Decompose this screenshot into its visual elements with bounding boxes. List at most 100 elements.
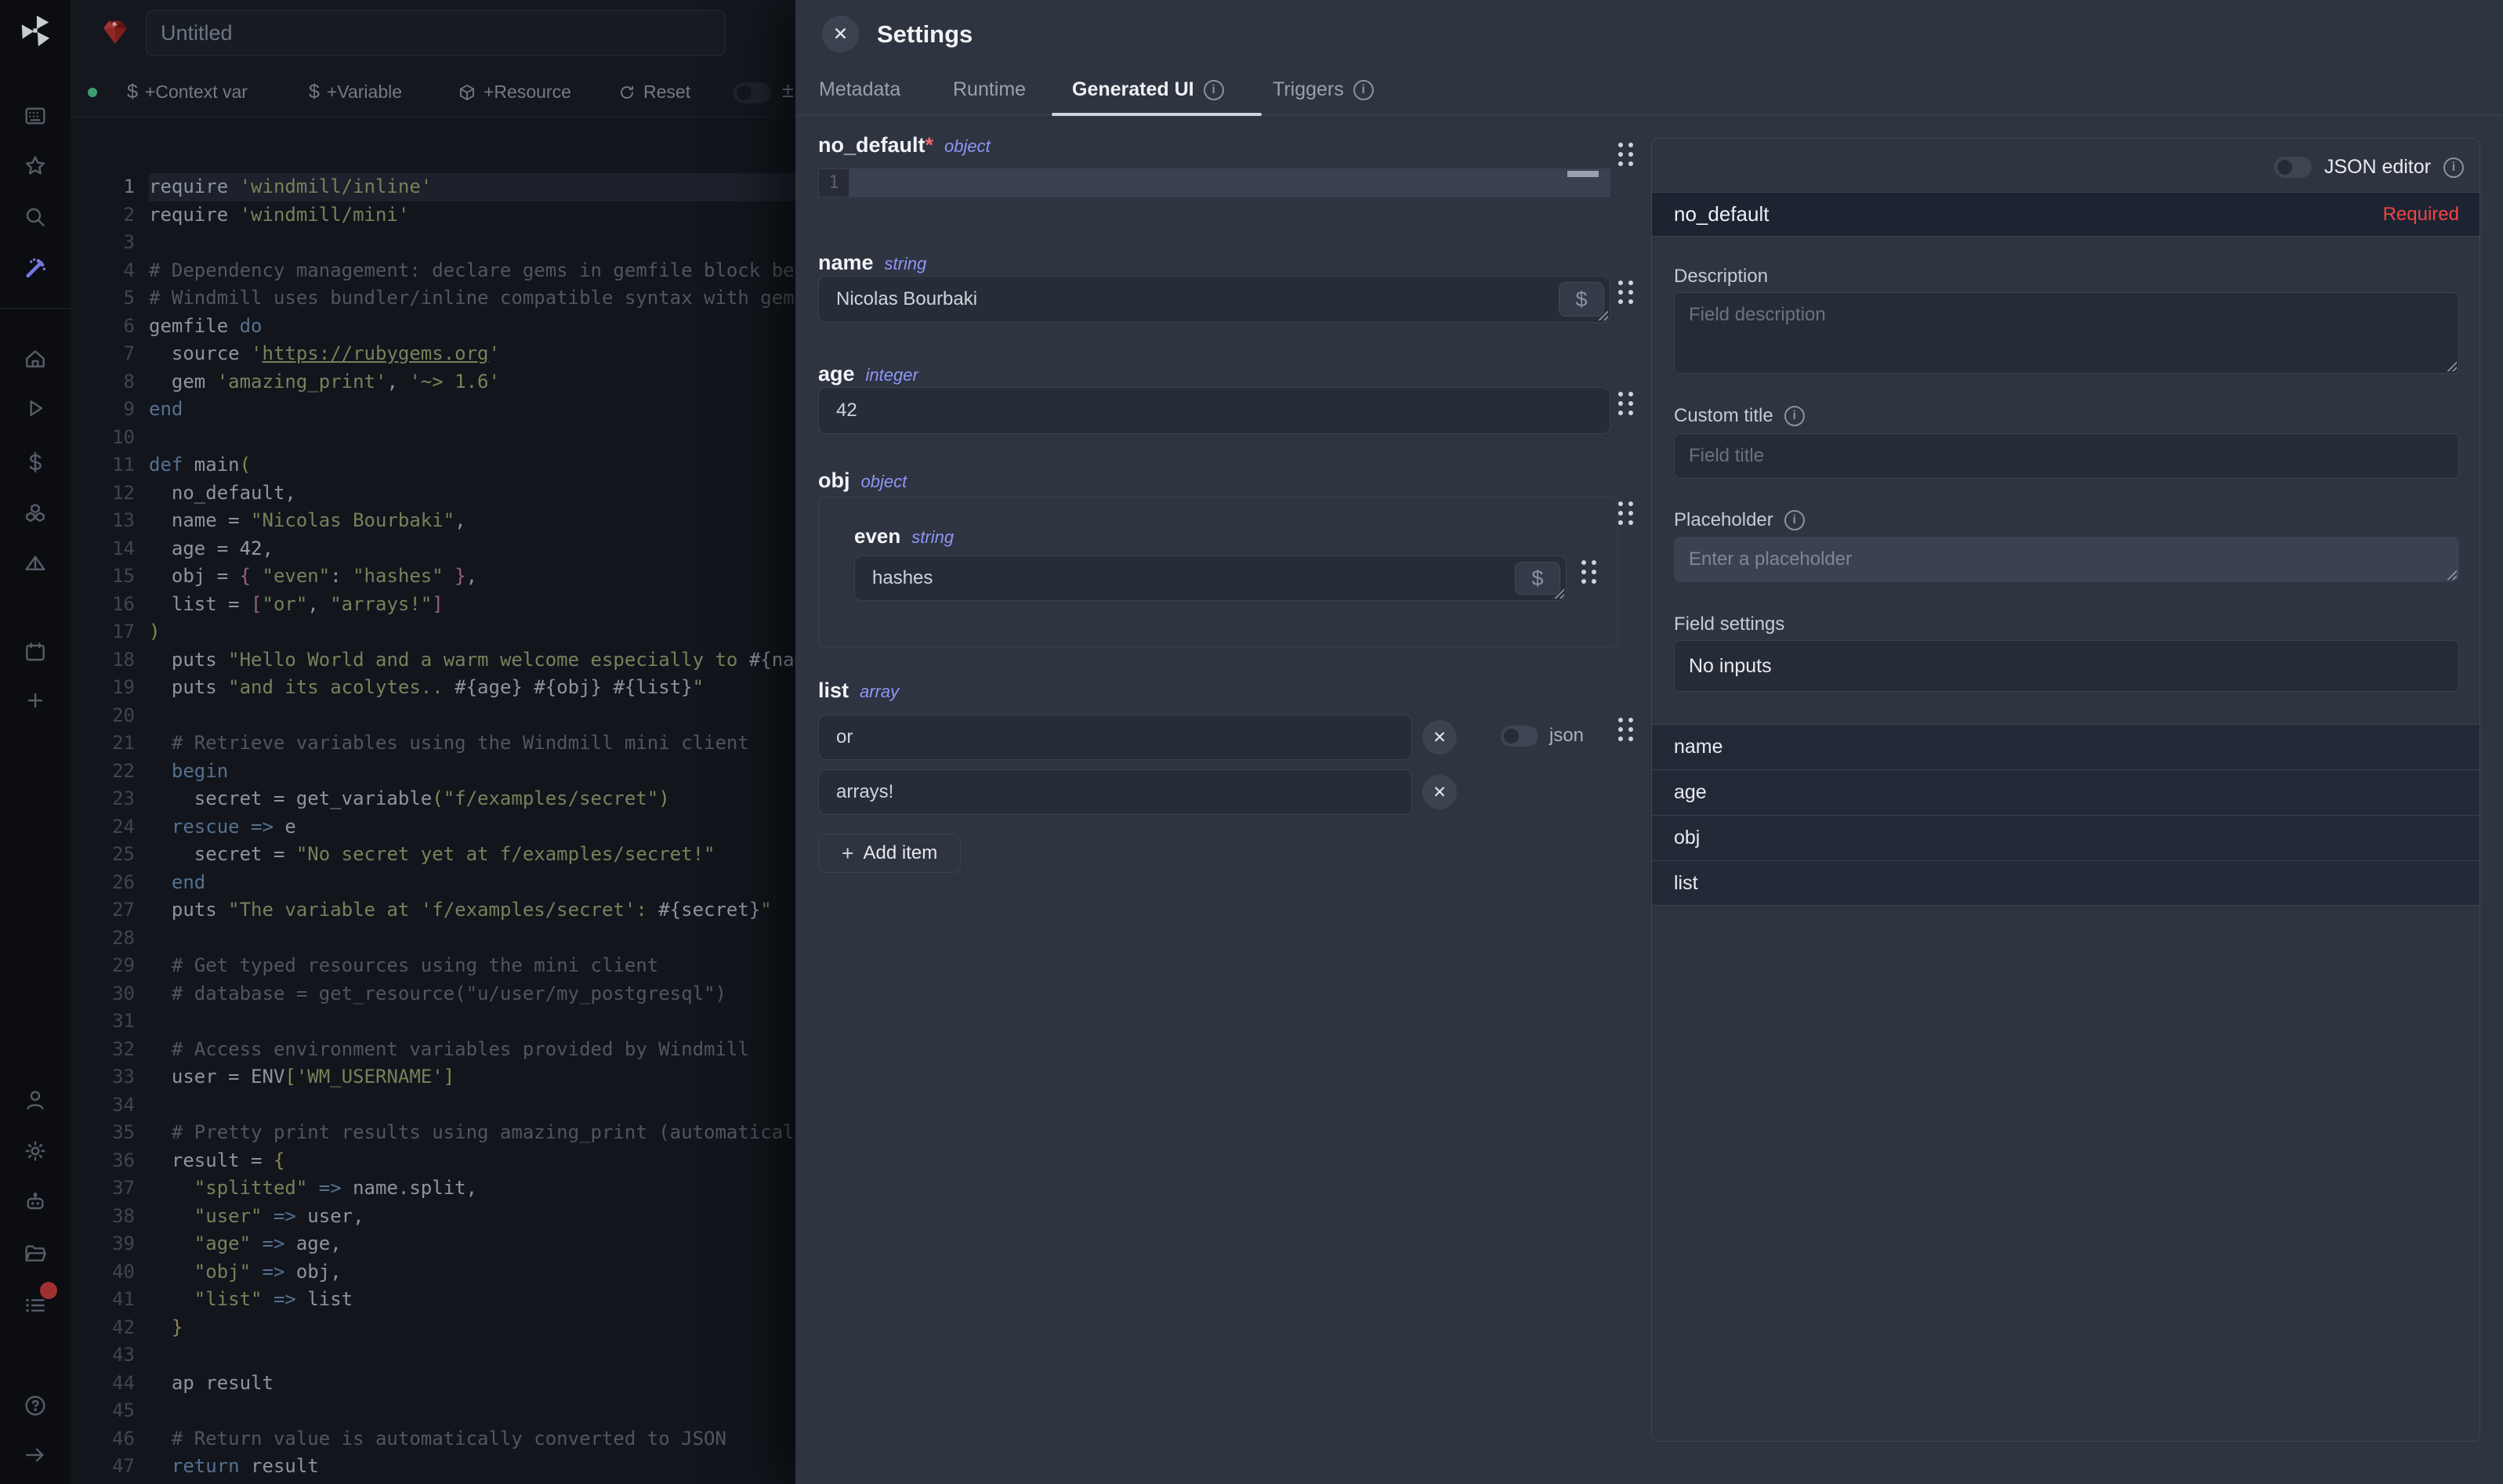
code-editor[interactable]: 1require 'windmill/inline'2require 'wind… [71, 118, 795, 1484]
folders-icon[interactable] [18, 1236, 53, 1271]
add-plus-icon[interactable] [18, 683, 53, 718]
remove-item-button[interactable]: ✕ [1422, 775, 1457, 809]
field-label-name: namestring [818, 251, 926, 275]
script-titlebar: Untitled [71, 0, 795, 67]
settings-drawer: ✕ Settings Metadata Runtime Generated UI… [795, 0, 2503, 1484]
plus-icon: + [842, 842, 854, 866]
app-window-icon[interactable] [18, 99, 53, 133]
list-item-input[interactable]: or [818, 715, 1412, 760]
settings-gear-icon[interactable] [18, 1134, 53, 1168]
scrollbar-thumb[interactable] [1567, 171, 1599, 177]
schedules-prism-icon[interactable] [18, 547, 53, 581]
field-settings-box: No inputs [1674, 640, 2459, 692]
search-icon[interactable] [18, 200, 53, 234]
sidebar-divider [0, 308, 71, 309]
info-icon: i [1204, 80, 1224, 100]
ai-wand-icon[interactable] [18, 251, 53, 285]
insert-variable-button[interactable]: $ [1559, 282, 1604, 317]
script-title-input[interactable]: Untitled [146, 10, 726, 56]
field-type: string [885, 254, 927, 273]
tab-triggers[interactable]: Triggers i [1273, 78, 1374, 101]
remove-item-button[interactable]: ✕ [1422, 720, 1457, 755]
custom-title-label: Custom title i [1674, 405, 1805, 427]
name-value: Nicolas Bourbaki [836, 288, 977, 310]
workers-robot-icon[interactable] [18, 1185, 53, 1219]
field-row-list[interactable]: list [1652, 860, 2480, 906]
age-input[interactable]: 42 [818, 387, 1610, 434]
close-icon: ✕ [833, 24, 848, 45]
script-title-value: Untitled [161, 21, 233, 45]
json-editor-toggle[interactable] [2274, 157, 2312, 178]
windmill-logo-icon[interactable] [17, 13, 53, 49]
age-value: 42 [836, 400, 857, 422]
drag-handle[interactable] [1618, 392, 1633, 415]
obj-object-container: evenstring hashes $ [818, 497, 1618, 647]
status-dot [88, 88, 97, 97]
drag-handle[interactable] [1581, 560, 1596, 584]
placeholder-input[interactable]: Enter a placeholder [1674, 537, 2459, 582]
tab-generated-ui[interactable]: Generated UI i [1072, 78, 1224, 101]
name-input[interactable]: Nicolas Bourbaki $ [818, 276, 1610, 323]
even-input[interactable]: hashes $ [854, 556, 1567, 601]
selected-field-row[interactable]: no_default Required [1652, 192, 2480, 237]
field-type: integer [866, 365, 918, 385]
diff-icon[interactable]: ± [782, 78, 794, 103]
add-resource-button[interactable]: +Resource [458, 81, 571, 103]
resources-cubes-icon[interactable] [18, 497, 53, 531]
expand-arrow-icon[interactable] [18, 1438, 53, 1472]
dollar-icon: $ [1575, 288, 1587, 312]
list-item-input[interactable]: arrays! [818, 769, 1412, 815]
audit-logs-icon[interactable] [18, 1288, 53, 1323]
tab-runtime[interactable]: Runtime [953, 78, 1026, 101]
info-icon: i [1784, 406, 1805, 426]
tab-metadata[interactable]: Metadata [819, 78, 900, 101]
drag-handle[interactable] [1618, 718, 1633, 741]
json-toggle[interactable] [1501, 726, 1538, 747]
field-label-list: listarray [818, 679, 899, 703]
field-row-age[interactable]: age [1652, 769, 2480, 815]
resize-handle[interactable] [2445, 568, 2457, 580]
insert-variable-button[interactable]: $ [1515, 562, 1560, 595]
windmill-app: Untitled $ +Context var $ +Variable +Res… [0, 0, 2503, 1484]
drag-handle[interactable] [1618, 501, 1633, 525]
user-icon[interactable] [18, 1083, 53, 1117]
drag-handle[interactable] [1618, 281, 1633, 304]
even-value: hashes [872, 567, 933, 589]
reset-button[interactable]: Reset [618, 81, 690, 103]
description-textarea[interactable]: Field description [1674, 292, 2459, 374]
drag-handle[interactable] [1618, 143, 1633, 166]
placeholder-label: Placeholder i [1674, 509, 1805, 531]
field-row-name[interactable]: name [1652, 724, 2480, 769]
required-asterisk: * [925, 133, 934, 157]
add-item-button[interactable]: + Add item [818, 834, 961, 873]
description-label: Description [1674, 266, 1768, 288]
favorites-star-icon[interactable] [18, 149, 53, 183]
required-badge: Required [2383, 204, 2459, 226]
field-settings-label: Field settings [1674, 614, 1784, 635]
code-editor-lines: 1require 'windmill/inline'2require 'wind… [71, 173, 795, 1484]
help-icon[interactable] [18, 1388, 53, 1423]
close-button[interactable]: ✕ [822, 16, 859, 52]
add-context-var-button[interactable]: $ +Context var [127, 81, 248, 103]
notification-badge [40, 1282, 57, 1299]
home-icon[interactable] [18, 342, 53, 377]
json-toggle-label: json [1549, 725, 1584, 747]
reset-circular-arrow-icon [618, 83, 636, 102]
script-editor-panel: Untitled $ +Context var $ +Variable +Res… [71, 0, 795, 1484]
json-editor-toggle-row: JSON editor i [2274, 156, 2464, 179]
variables-dollar-icon[interactable] [18, 445, 53, 480]
diff-toggle[interactable] [734, 82, 771, 103]
field-label-obj: objobject [818, 469, 907, 493]
drawer-title: Settings [877, 20, 973, 49]
calendar-icon[interactable] [18, 635, 53, 669]
runs-play-icon[interactable] [18, 391, 53, 425]
custom-title-input[interactable]: Field title [1674, 433, 2459, 479]
no-default-json-input[interactable]: 1 [818, 168, 1610, 197]
active-tab-indicator [1052, 113, 1262, 116]
field-row-obj[interactable]: obj [1652, 815, 2480, 860]
add-variable-button[interactable]: $ +Variable [309, 81, 402, 103]
settings-tabs: Metadata Runtime Generated UI i Triggers… [795, 71, 2503, 115]
json-toggle-row: json [1501, 725, 1584, 747]
info-icon: i [1353, 80, 1374, 100]
resize-handle[interactable] [2445, 360, 2457, 371]
